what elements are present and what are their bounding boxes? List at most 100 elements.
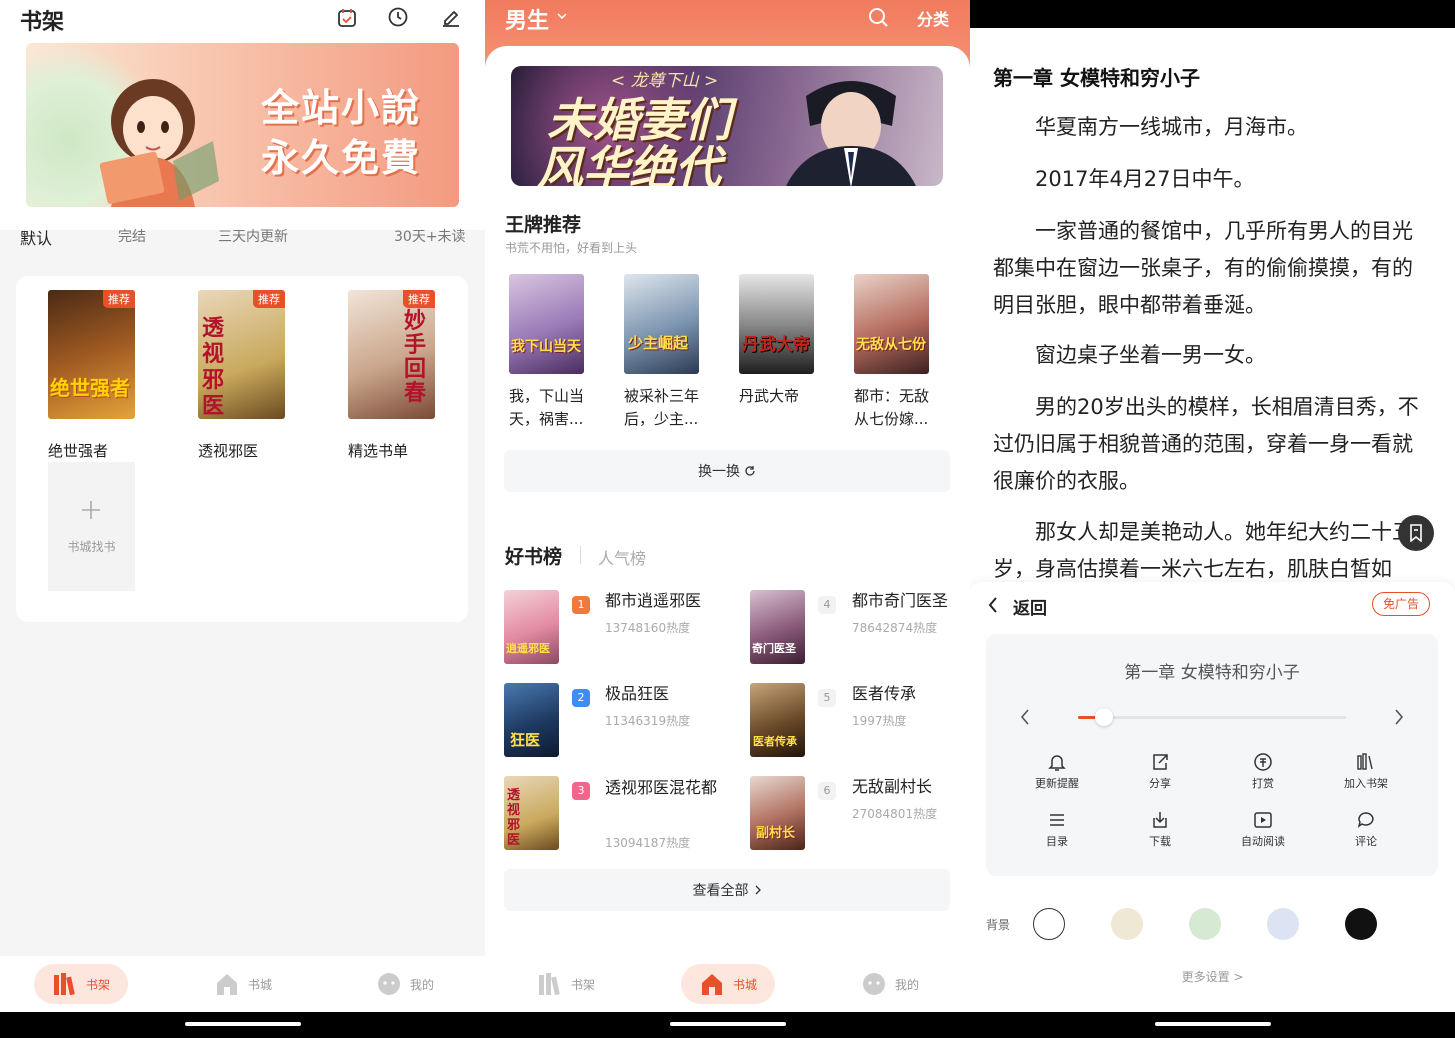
book-cover: 我下山当天 xyxy=(509,274,584,374)
filter-updated[interactable]: 三天内更新 xyxy=(218,226,288,246)
bg-swatch-white[interactable] xyxy=(1033,908,1065,940)
rank-item[interactable]: 狂医 2 极品狂医 11346319热度 xyxy=(504,683,729,758)
category-button[interactable]: 分类 xyxy=(917,6,949,30)
tab-shelf[interactable]: 书架 xyxy=(519,964,613,1004)
rank-number: 5 xyxy=(818,689,836,707)
book-item[interactable]: 妙手回春 推荐 精选书单 xyxy=(348,290,435,460)
chevron-right-icon xyxy=(755,885,761,895)
shelf-card: 绝世强者 推荐 绝世强者 透视邪医 推荐 透视邪医 妙手回春 推荐 精选书单 书… xyxy=(16,276,468,622)
edit-icon[interactable] xyxy=(440,6,462,28)
book-title: 透视邪医 xyxy=(198,442,259,460)
promo-banner[interactable]: 全站小說 永久免費 xyxy=(26,43,459,207)
shelf-header: 书架 xyxy=(0,0,485,42)
profile-icon xyxy=(377,973,400,995)
search-icon[interactable] xyxy=(867,6,889,28)
progress-knob[interactable] xyxy=(1095,708,1114,726)
plus-icon xyxy=(81,500,101,520)
rank-title: 都市逍遥邪医 xyxy=(605,591,702,610)
paragraph: 窗边桌子坐着一男一女。 xyxy=(1035,343,1266,367)
store-icon xyxy=(216,974,237,995)
more-settings-link[interactable]: 更多设置 > xyxy=(970,968,1455,985)
shelf-icon xyxy=(538,973,560,996)
rank-number: 4 xyxy=(818,596,836,614)
back-button[interactable]: 返回 xyxy=(1013,594,1047,619)
book-cover: 少主崛起 xyxy=(624,274,699,374)
tab-store[interactable]: 书城 xyxy=(681,964,775,1004)
hero-line2: 风华绝代 xyxy=(537,141,721,186)
bookshelf-screen: 书架 全站小說 永久免費 默认 完结 三天内更新 30天+未读 绝世强者 推荐 … xyxy=(0,0,485,1038)
tab-store-label: 书城 xyxy=(732,977,757,992)
rank-title: 透视邪医混花都 xyxy=(605,778,718,797)
book-cover: 副村长 xyxy=(750,776,805,850)
rank-heat: 13748160热度 xyxy=(605,621,691,635)
rank-item[interactable]: 副村长 6 无敌副村长 27084801热度 xyxy=(750,776,960,851)
chevron-down-icon[interactable] xyxy=(557,12,567,20)
tab-store[interactable]: 书城 xyxy=(196,964,290,1004)
book-cover: 医者传承 xyxy=(750,683,805,757)
auto-read-button[interactable]: 自动阅读 xyxy=(1228,810,1298,849)
channel-switch[interactable]: 男生 xyxy=(505,3,549,35)
book-cover: 逍遥邪医 xyxy=(504,590,559,664)
download-button[interactable]: 下载 xyxy=(1125,810,1195,849)
bookmark-icon[interactable] xyxy=(1398,515,1434,551)
bg-swatch-blue[interactable] xyxy=(1267,908,1299,940)
tab-mine[interactable]: 我的 xyxy=(358,964,452,1004)
rank-number: 2 xyxy=(572,689,590,707)
share-icon xyxy=(1153,754,1168,770)
reader-menu: 返回 免广告 第一章 女模特和穷小子 更新提醒 分享 打赏 加入书架 目录 下载… xyxy=(970,582,1455,1012)
prev-chapter-icon[interactable] xyxy=(1020,709,1030,725)
list-icon xyxy=(1050,814,1064,826)
tab-popular[interactable]: 人气榜 xyxy=(598,545,646,569)
tab-shelf[interactable]: 书架 xyxy=(34,964,128,1004)
refresh-button[interactable]: 换一换 xyxy=(504,450,950,492)
recommend-badge: 推荐 xyxy=(253,290,285,308)
rank-item[interactable]: 医者传承 5 医者传承 1997热度 xyxy=(750,683,960,758)
add-book-button[interactable]: 书城找书 xyxy=(48,462,135,591)
reward-button[interactable]: 打赏 xyxy=(1228,752,1298,791)
add-to-shelf-button[interactable]: 加入书架 xyxy=(1331,752,1401,791)
update-reminder-button[interactable]: 更新提醒 xyxy=(1022,752,1092,791)
section-title-ace: 王牌推荐 xyxy=(505,214,582,236)
book-item[interactable]: 透视邪医 推荐 透视邪医 xyxy=(198,290,285,460)
download-icon xyxy=(1153,812,1167,828)
home-indicator xyxy=(0,1012,485,1038)
panel-chapter-title: 第一章 女模特和穷小子 xyxy=(1124,663,1300,683)
rank-item[interactable]: 逍遥邪医 1 都市逍遥邪医 13748160热度 xyxy=(504,590,729,665)
rank-heat: 78642874热度 xyxy=(852,621,938,635)
paragraph: 华夏南方一线城市，月海市。 xyxy=(1035,115,1308,139)
comment-button[interactable]: 评论 xyxy=(1331,810,1401,849)
book-title: 被采补三年后，少主... xyxy=(624,387,700,428)
book-item[interactable]: 绝世强者 推荐 绝世强者 xyxy=(48,290,135,460)
hero-banner[interactable]: < 龙尊下山 > 未婚妻们 风华绝代 xyxy=(511,66,943,186)
catalog-button[interactable]: 目录 xyxy=(1022,810,1092,849)
book-cover: 无敌从七份 xyxy=(854,274,929,374)
next-chapter-icon[interactable] xyxy=(1394,709,1404,725)
share-button[interactable]: 分享 xyxy=(1125,752,1195,791)
bg-swatch-green[interactable] xyxy=(1189,908,1221,940)
view-all-button[interactable]: 查看全部 xyxy=(504,869,950,911)
tab-shelf-label: 书架 xyxy=(85,977,110,992)
rank-item[interactable]: 透视邪医 3 透视邪医混花都 13094187热度 xyxy=(504,776,729,851)
back-icon[interactable] xyxy=(988,597,998,613)
bg-swatch-black[interactable] xyxy=(1345,908,1377,940)
background-label: 背景 xyxy=(986,918,1011,932)
book-title: 绝世强者 xyxy=(48,442,109,460)
progress-slider[interactable] xyxy=(1078,708,1346,726)
add-book-label: 书城找书 xyxy=(67,540,116,554)
book-cover: 奇门医圣 xyxy=(750,590,805,664)
paragraph: 2017年4月27日中午。 xyxy=(1035,167,1255,191)
rank-item[interactable]: 奇门医圣 4 都市奇门医圣 78642874热度 xyxy=(750,590,960,665)
filter-unread[interactable]: 30天+未读 xyxy=(394,226,466,246)
filter-finished[interactable]: 完结 xyxy=(118,226,146,246)
checkin-icon[interactable] xyxy=(336,7,358,29)
no-ads-button[interactable]: 免广告 xyxy=(1372,592,1431,616)
bg-swatch-beige[interactable] xyxy=(1111,908,1143,940)
banner-line2: 永久免費 xyxy=(261,136,422,180)
book-cover: 透视邪医 xyxy=(504,776,559,850)
store-screen: 男生 分类 < 龙尊下山 > 未婚妻们 风华绝代 王牌推荐 书荒不用怕，好看到上… xyxy=(485,0,970,1038)
filter-default[interactable]: 默认 xyxy=(20,225,52,249)
tab-mine[interactable]: 我的 xyxy=(843,964,937,1004)
tab-good-books[interactable]: 好书榜 xyxy=(505,542,562,569)
control-panel: 第一章 女模特和穷小子 更新提醒 分享 打赏 加入书架 目录 下载 自动阅读 评… xyxy=(986,634,1438,876)
history-icon[interactable] xyxy=(387,6,409,28)
